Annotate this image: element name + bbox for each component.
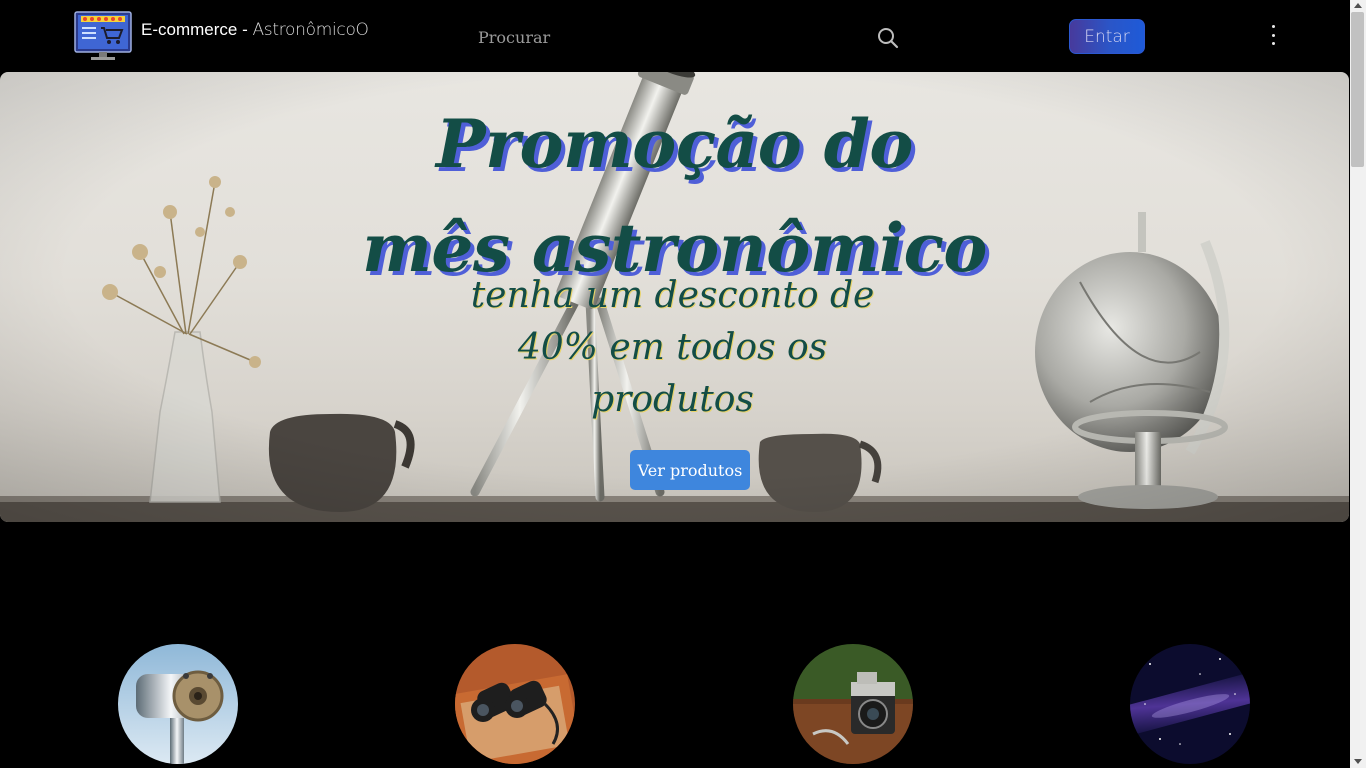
galaxy-icon[interactable] (1130, 644, 1250, 764)
brand-name-primary: E-commerce - (141, 20, 253, 39)
scroll-up-arrow-icon[interactable] (1354, 3, 1362, 8)
search-icon[interactable] (874, 24, 902, 52)
brand-name[interactable]: E-commerce - AstronômicoO (141, 20, 369, 40)
telescope-icon[interactable] (118, 644, 238, 764)
login-button[interactable]: Entar (1069, 19, 1145, 54)
binoculars-icon[interactable] (455, 644, 575, 764)
brand-name-secondary: AstronômicoO (252, 20, 369, 40)
promo-subtitle: tenha um desconto de 40% em todos os pro… (470, 275, 875, 420)
camera-icon[interactable] (793, 644, 913, 764)
search-input[interactable] (470, 22, 865, 52)
site-header: E-commerce - AstronômicoO Entar (0, 0, 1350, 72)
promo-title-line-1: Promoção do (436, 105, 913, 183)
promo-banner: Promoção do mês astronômico tenha um des… (0, 72, 1349, 522)
kebab-menu-icon[interactable] (1262, 22, 1284, 48)
scrollbar-thumb[interactable] (1351, 12, 1364, 167)
view-products-button[interactable]: Ver produtos (630, 450, 750, 490)
promo-title: Promoção do mês astronômico (0, 92, 1349, 300)
shop-cart-monitor-icon[interactable] (73, 10, 133, 62)
scroll-down-arrow-icon[interactable] (1354, 759, 1362, 764)
